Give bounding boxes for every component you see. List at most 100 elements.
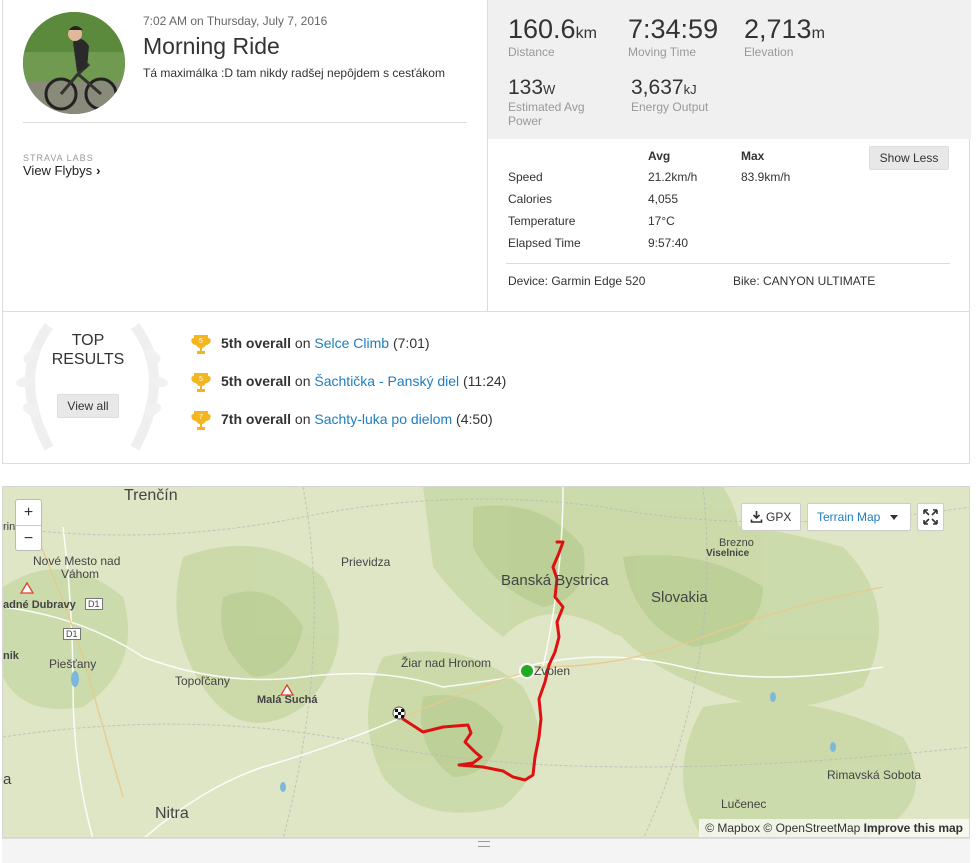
bike-info: Bike: CANYON ULTIMATE (733, 274, 876, 288)
trophy-icon: 5 (191, 373, 211, 393)
primary-stats-panel: 160.6km Distance 7:34:59 Moving Time 2,7… (487, 0, 971, 139)
power-unit: W (543, 82, 556, 97)
map-label-dubravy: adné Dubravy (3, 599, 76, 611)
activity-title: Morning Ride (143, 33, 280, 59)
result-on: on (294, 373, 311, 389)
map-label-zvolen: Zvolen (534, 664, 571, 678)
zoom-out-button[interactable]: − (16, 525, 41, 550)
device-info: Device: Garmin Edge 520 (508, 274, 646, 288)
map-label-prievidza: Prievidza (341, 555, 391, 569)
segment-link[interactable]: Šachtička - Panský diel (314, 373, 459, 389)
elapsed-time-label: Elapsed Time (508, 236, 581, 250)
result-time: (7:01) (392, 335, 430, 351)
view-flybys-link[interactable]: View Flybys › (23, 163, 100, 178)
view-all-button[interactable]: View all (57, 394, 119, 418)
top-results-line2: RESULTS (51, 351, 125, 368)
download-icon (750, 511, 763, 523)
map-label-ziar: Žiar nad Hronom (401, 656, 492, 670)
power-stat: 133W Estimated Avg Power (508, 76, 585, 128)
max-column-header: Max (741, 149, 765, 163)
trophy-icon: 5 (191, 335, 211, 355)
improve-map-link[interactable]: Improve this map (864, 821, 963, 835)
resize-handle-icon[interactable] (478, 841, 490, 847)
activity-timestamp: 7:02 AM on Thursday, July 7, 2016 (143, 14, 328, 28)
speed-label: Speed (508, 170, 543, 184)
map-label-a: a (3, 771, 12, 788)
result-time: (4:50) (456, 411, 493, 427)
power-label-line2: Power (508, 114, 543, 128)
route-map[interactable]: Trenčín rina Nové Mesto nad Váhom adné D… (2, 486, 970, 838)
more-stats-panel: Avg Max Show Less Speed 21.2km/h 83.9km/… (487, 139, 971, 311)
athlete-photo[interactable] (23, 12, 125, 114)
speed-avg: 21.2km/h (648, 170, 698, 184)
distance-unit: km (575, 25, 597, 42)
map-type-dropdown[interactable]: Terrain Map (807, 503, 911, 531)
route-finish-marker[interactable] (392, 706, 406, 720)
distance-value: 160.6 (508, 14, 576, 44)
map-label-nitra: Nitra (155, 805, 189, 822)
highway-shield-d1: D1 (63, 628, 81, 640)
power-value: 133 (508, 76, 544, 99)
trophy-rank: 5 (199, 338, 203, 345)
power-label-line1: Estimated Avg (508, 100, 585, 114)
result-time: (11:24) (463, 373, 507, 389)
divider (506, 263, 950, 264)
result-on: on (294, 411, 311, 427)
moving-time-stat: 7:34:59 Moving Time (628, 14, 718, 59)
elevation-label: Elevation (744, 45, 794, 59)
temperature-avg: 17°C (648, 214, 675, 228)
fullscreen-icon (923, 509, 938, 525)
elapsed-time-avg: 9:57:40 (648, 236, 689, 250)
trophy-rank: 5 (199, 376, 203, 383)
top-result-item: 7 7th overall on Sachty-luka po dielom (… (189, 407, 493, 431)
speed-max: 83.9km/h (741, 170, 791, 184)
map-label-lucenec: Lučenec (721, 797, 767, 811)
map-label-vahom: Váhom (61, 567, 100, 581)
trophy-icon: 7 (191, 411, 211, 431)
fullscreen-button[interactable] (917, 503, 944, 531)
zoom-control: + − (15, 499, 42, 551)
calories-avg: 4,055 (648, 192, 679, 206)
map-label-piestany: Piešťany (49, 657, 97, 671)
moving-time-value: 7:34:59 (628, 14, 719, 44)
top-results-line1: TOP (71, 332, 105, 349)
map-label-viselnice: Viselnice (706, 548, 750, 559)
chevron-right-icon: › (96, 163, 101, 178)
gpx-label: GPX (766, 510, 792, 524)
route-start-marker[interactable] (519, 663, 535, 679)
map-label-nove-mesto: Nové Mesto nad (33, 554, 121, 568)
map-resize-bar[interactable] (2, 838, 970, 863)
top-result-item: 5 5th overall on Selce Climb (7:01) (189, 331, 430, 355)
map-label-topolcany: Topoľčany (175, 674, 230, 688)
elevation-value: 2,713 (744, 14, 812, 44)
download-gpx-button[interactable]: GPX (741, 503, 801, 531)
attribution-text[interactable]: © Mapbox © OpenStreetMap (705, 821, 860, 835)
energy-stat: 3,637kJ Energy Output (631, 76, 708, 114)
energy-label: Energy Output (631, 100, 709, 114)
result-place: 5th overall (221, 335, 292, 351)
trophy-rank: 7 (199, 414, 203, 421)
highway-shield-d1: D1 (85, 598, 103, 610)
energy-value: 3,637 (631, 76, 684, 99)
zoom-in-button[interactable]: + (16, 500, 41, 525)
map-label-slovakia: Slovakia (651, 589, 708, 606)
energy-unit: kJ (683, 82, 697, 97)
calories-label: Calories (508, 192, 553, 206)
distance-stat: 160.6km Distance (508, 14, 597, 59)
divider (23, 122, 467, 123)
distance-label: Distance (508, 45, 555, 59)
result-on: on (294, 335, 311, 351)
result-place: 7th overall (221, 411, 292, 427)
strava-labs-kicker: STRAVA LABS (23, 153, 94, 163)
segment-link[interactable]: Selce Climb (314, 335, 389, 351)
divider (3, 311, 969, 312)
elevation-stat: 2,713m Elevation (744, 14, 825, 59)
segment-link[interactable]: Sachty-luka po dielom (314, 411, 452, 427)
top-results-heading: TOP RESULTS (33, 331, 143, 369)
map-label-mala-sucha: Malá Suchá (257, 694, 318, 706)
show-less-button[interactable]: Show Less (869, 146, 949, 170)
moving-time-label: Moving Time (628, 45, 697, 59)
top-result-item: 5 5th overall on Šachtička - Panský diel… (189, 369, 506, 393)
caret-down-icon (890, 515, 898, 520)
map-label-banska-bystrica: Banská Bystrica (501, 572, 609, 589)
